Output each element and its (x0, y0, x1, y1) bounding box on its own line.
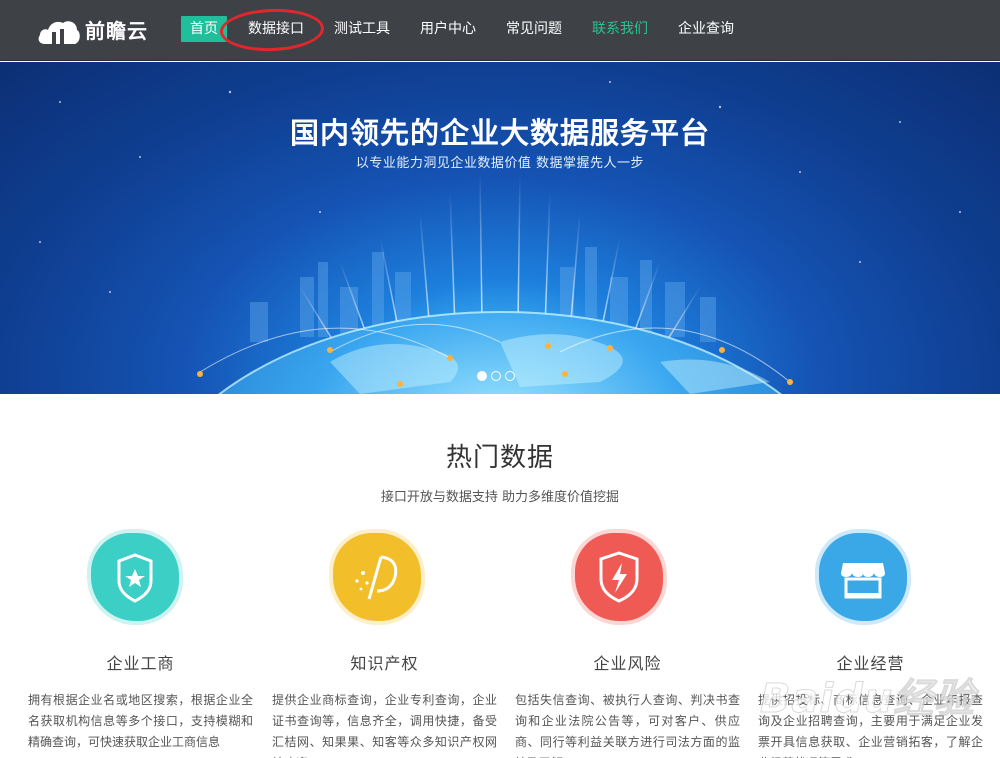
nav-item-company-search[interactable]: 企业查询 (669, 16, 743, 42)
section-title: 热门数据 (445, 443, 554, 473)
nav-item-test-tools[interactable]: 测试工具 (325, 16, 399, 42)
card-title: 知识产权 (350, 654, 419, 673)
nav-item-user-center[interactable]: 用户中心 (411, 16, 485, 42)
card-description: 拥有根据企业名或地区搜索，根据企业全名获取机构信息等多个接口，支持模糊和精确查询… (28, 693, 253, 749)
brand-logo[interactable]: 前瞻云 (37, 12, 148, 46)
carousel-dot-2[interactable] (491, 371, 501, 381)
card-description: 提供企业商标查询，企业专利查询，企业证书查询等，信息齐全，调用快捷，备受汇桔网、… (272, 693, 497, 758)
nav-item-home[interactable]: 首页 (181, 16, 227, 42)
main-nav: 首页 数据接口 测试工具 用户中心 常见问题 联系我们 企业查询 (181, 16, 755, 42)
top-navbar: 前瞻云 首页 数据接口 测试工具 用户中心 常见问题 联系我们 企业查询 (0, 0, 1000, 61)
nav-item-data-api[interactable]: 数据接口 (239, 16, 313, 42)
carousel-dot-1[interactable] (477, 371, 487, 381)
storefront-icon (819, 533, 907, 621)
card-title: 企业工商 (106, 654, 175, 673)
carousel-dot-3[interactable] (505, 371, 515, 381)
lightning-shield-icon (575, 533, 663, 621)
section-subtitle: 接口开放与数据支持 助力多维度价值挖掘 (380, 490, 620, 505)
hero-title: 国内领先的企业大数据服务平台 (289, 116, 710, 150)
police-badge-icon (91, 533, 179, 621)
hero-banner[interactable]: 国内领先的企业大数据服务平台 以专业能力洞见企业数据价值 数据掌握先人一步 (0, 62, 1000, 394)
cloud-logo-icon (37, 12, 81, 46)
nav-item-contact[interactable]: 联系我们 (583, 16, 657, 42)
card-title: 企业经营 (836, 654, 905, 673)
card-description: 提供招投标、商标信息查询、企业年报查询及企业招聘查询，主要用于满足企业发票开具信… (758, 693, 983, 758)
patent-road-icon (333, 533, 421, 621)
brand-name: 前瞻云 (85, 18, 148, 43)
card-description: 包括失信查询、被执行人查询、判决书查询和企业法院公告等，可对客户、供应商、同行等… (515, 693, 740, 758)
nav-item-faq[interactable]: 常见问题 (497, 16, 571, 42)
hero-subtitle: 以专业能力洞见企业数据价值 数据掌握先人一步 (355, 156, 645, 171)
carousel-indicators (477, 371, 515, 381)
card-title: 企业风险 (593, 654, 662, 673)
